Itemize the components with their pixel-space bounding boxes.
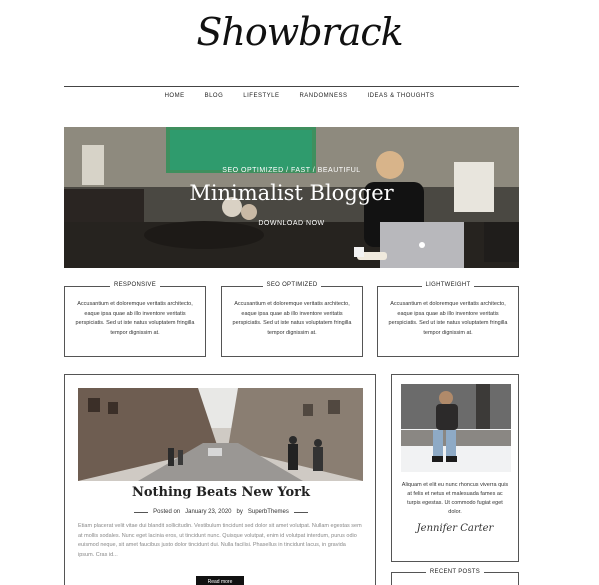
- meta-by: by: [236, 509, 243, 515]
- author-image: [401, 384, 511, 472]
- author-signature: Jennifer Carter: [416, 523, 494, 534]
- meta-prefix: Posted on: [153, 509, 181, 515]
- nav-item-blog[interactable]: BLOG: [205, 93, 224, 99]
- author-photo: [401, 384, 511, 472]
- post-meta: Posted on January 23, 2020 by SuperbThem…: [65, 509, 377, 515]
- blog-post-card: Nothing Beats New York Posted on January…: [64, 374, 376, 585]
- nav-item-home[interactable]: HOME: [165, 93, 185, 99]
- hero-title: Minimalist Blogger: [189, 181, 394, 205]
- hero-banner: SEO OPTIMIZED / FAST / BEAUTIFUL Minimal…: [64, 127, 519, 268]
- street-photo: [78, 388, 363, 481]
- hero-subtitle: SEO OPTIMIZED / FAST / BEAUTIFUL: [222, 167, 361, 174]
- download-button[interactable]: DOWNLOAD NOW: [64, 220, 519, 227]
- post-date[interactable]: January 23, 2020: [185, 509, 231, 515]
- feature-text: Accusantium et doloremque veritatis arch…: [75, 301, 195, 336]
- read-more-button[interactable]: Read more: [196, 576, 244, 585]
- nav-item-randomness[interactable]: RANDOMNESS: [299, 93, 347, 99]
- recent-posts-widget: RECENT POSTS: [391, 569, 519, 585]
- feature-box-seo: SEO OPTIMIZED Accusantium et doloremque …: [221, 282, 363, 357]
- meta-line: [134, 511, 149, 513]
- main-nav: HOME BLOG LIFESTYLE RANDOMNESS IDEAS & T…: [0, 93, 599, 99]
- feature-box-responsive: RESPONSIVE Accusantium et doloremque ver…: [64, 282, 206, 357]
- post-excerpt: Etiam placerat velit vitae dui blandit s…: [78, 523, 362, 558]
- feature-title: SEO OPTIMIZED: [262, 282, 322, 288]
- post-author[interactable]: SuperbThemes: [248, 509, 289, 515]
- about-text: Aliquam et elit eu nunc rhoncus viverra …: [401, 482, 509, 515]
- post-title[interactable]: Nothing Beats New York: [65, 485, 377, 500]
- feature-title: RESPONSIVE: [109, 282, 160, 288]
- post-featured-image[interactable]: [78, 388, 363, 481]
- feature-box-lightweight: LIGHTWEIGHT Accusantium et doloremque ve…: [377, 282, 519, 357]
- nav-item-lifestyle[interactable]: LIFESTYLE: [243, 93, 279, 99]
- header-divider: [64, 86, 519, 87]
- feature-text: Accusantium et doloremque veritatis arch…: [232, 301, 352, 336]
- recent-posts-title: RECENT POSTS: [425, 569, 485, 575]
- meta-line: [293, 511, 308, 513]
- feature-title: LIGHTWEIGHT: [421, 282, 475, 288]
- feature-text: Accusantium et doloremque veritatis arch…: [388, 301, 508, 336]
- nav-item-ideas[interactable]: IDEAS & THOUGHTS: [367, 93, 434, 99]
- about-widget: Aliquam et elit eu nunc rhoncus viverra …: [391, 374, 519, 562]
- site-logo[interactable]: Showbrack: [0, 10, 599, 54]
